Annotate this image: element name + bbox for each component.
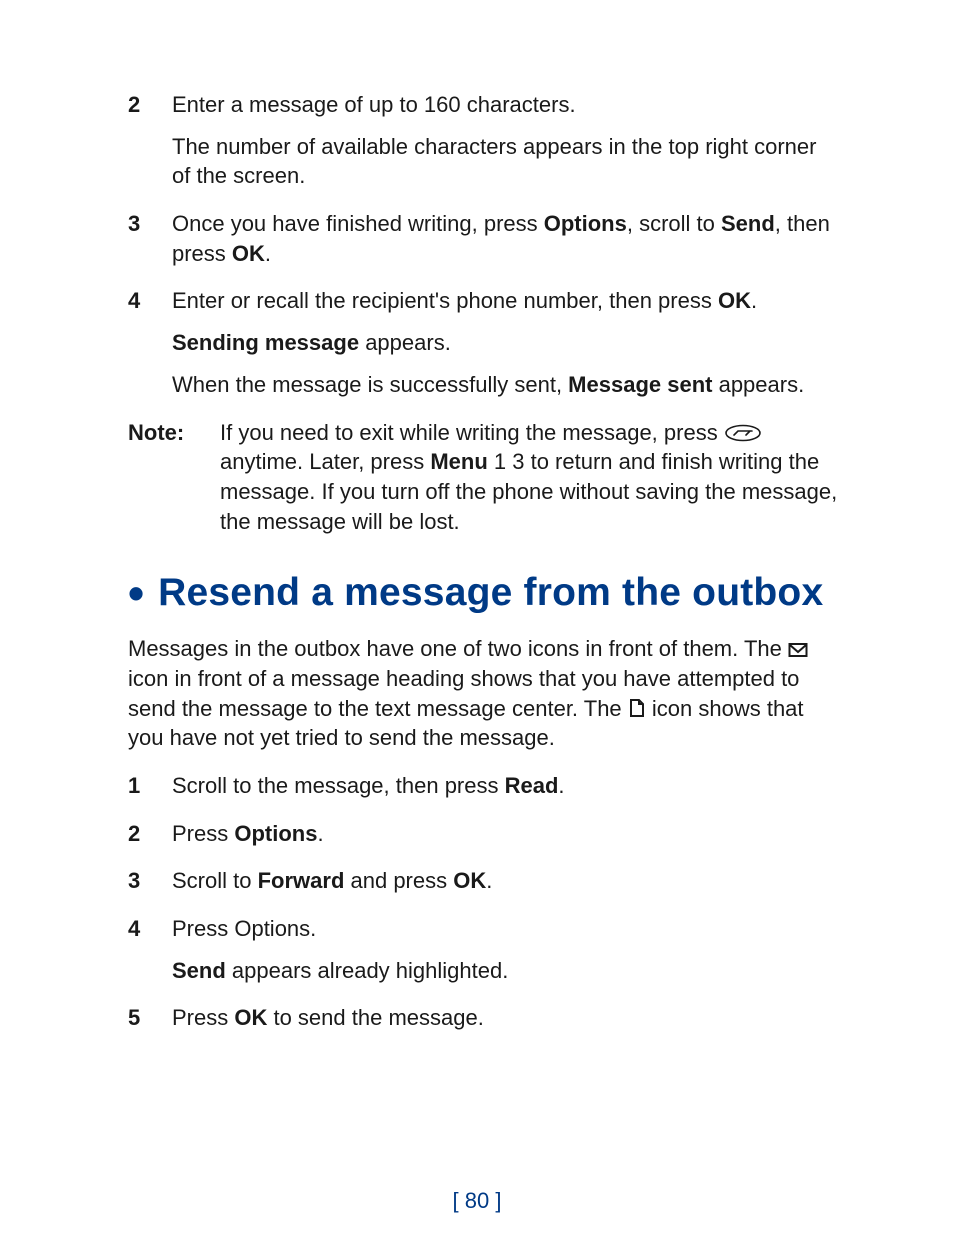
note-label: Note:: [128, 418, 220, 537]
bold-text: Send: [172, 958, 226, 983]
list-item: 3Scroll to Forward and press OK.: [128, 866, 839, 896]
ordered-list-bottom: 1Scroll to the message, then press Read.…: [128, 771, 839, 1033]
list-item-paragraph: Enter a message of up to 160 characters.: [172, 90, 839, 120]
bullet-icon: •: [128, 570, 144, 616]
list-item-paragraph: When the message is successfully sent, M…: [172, 370, 839, 400]
list-item-body: Enter a message of up to 160 characters.…: [172, 90, 839, 191]
bold-text: OK: [718, 288, 751, 313]
intro-paragraph: Messages in the outbox have one of two i…: [128, 634, 839, 753]
list-item-paragraph: Press OK to send the message.: [172, 1003, 839, 1033]
list-item-body: Once you have finished writing, press Op…: [172, 209, 839, 268]
bold-text: Sending message: [172, 330, 359, 355]
note-block: Note: If you need to exit while writing …: [128, 418, 839, 537]
envelope-icon: [788, 636, 808, 661]
page: 2Enter a message of up to 160 characters…: [0, 0, 954, 1248]
list-item-number: 5: [128, 1003, 172, 1033]
section-heading: • Resend a message from the outbox: [128, 570, 839, 616]
list-item-paragraph: Sending message appears.: [172, 328, 839, 358]
list-item-paragraph: Once you have finished writing, press Op…: [172, 209, 839, 268]
list-item-number: 4: [128, 914, 172, 985]
list-item: 3Once you have finished writing, press O…: [128, 209, 839, 268]
bold-text: Forward: [258, 868, 345, 893]
bold-text: OK: [453, 868, 486, 893]
list-item-number: 2: [128, 90, 172, 191]
list-item-paragraph: Enter or recall the recipient's phone nu…: [172, 286, 839, 316]
bold-text: Menu: [430, 449, 487, 474]
list-item-number: 3: [128, 866, 172, 896]
list-item-number: 1: [128, 771, 172, 801]
heading-text: Resend a message from the outbox: [158, 571, 823, 615]
list-item-paragraph: The number of available characters appea…: [172, 132, 839, 191]
end-key-icon: [724, 420, 762, 445]
bold-text: OK: [232, 241, 265, 266]
list-item-paragraph: Scroll to Forward and press OK.: [172, 866, 839, 896]
bold-text: Read: [505, 773, 559, 798]
list-item: 4Enter or recall the recipient's phone n…: [128, 286, 839, 399]
list-item-number: 4: [128, 286, 172, 399]
bold-text: Message sent: [568, 372, 712, 397]
document-icon: [628, 696, 646, 721]
list-item-body: Scroll to Forward and press OK.: [172, 866, 839, 896]
list-item-body: Press Options. Send appears already highl…: [172, 914, 839, 985]
list-item: 1Scroll to the message, then press Read.: [128, 771, 839, 801]
note-body: If you need to exit while writing the me…: [220, 418, 839, 537]
bold-text: Options: [234, 821, 317, 846]
bold-text: Options: [544, 211, 627, 236]
list-item-paragraph: Send appears already highlighted.: [172, 956, 839, 986]
list-item-body: Press OK to send the message.: [172, 1003, 839, 1033]
list-item-body: Enter or recall the recipient's phone nu…: [172, 286, 839, 399]
ordered-list-top: 2Enter a message of up to 160 characters…: [128, 90, 839, 400]
list-item-body: Scroll to the message, then press Read.: [172, 771, 839, 801]
list-item: 2Press Options.: [128, 819, 839, 849]
list-item: 2Enter a message of up to 160 characters…: [128, 90, 839, 191]
list-item-paragraph: Press Options.: [172, 819, 839, 849]
bold-text: OK: [234, 1005, 267, 1030]
list-item-paragraph: Press Options.: [172, 914, 839, 944]
list-item-number: 2: [128, 819, 172, 849]
list-item-number: 3: [128, 209, 172, 268]
bold-text: Send: [721, 211, 775, 236]
page-number: [ 80 ]: [0, 1188, 954, 1214]
list-item: 4Press Options. Send appears already high…: [128, 914, 839, 985]
list-item-body: Press Options.: [172, 819, 839, 849]
list-item-paragraph: Scroll to the message, then press Read.: [172, 771, 839, 801]
list-item: 5Press OK to send the message.: [128, 1003, 839, 1033]
